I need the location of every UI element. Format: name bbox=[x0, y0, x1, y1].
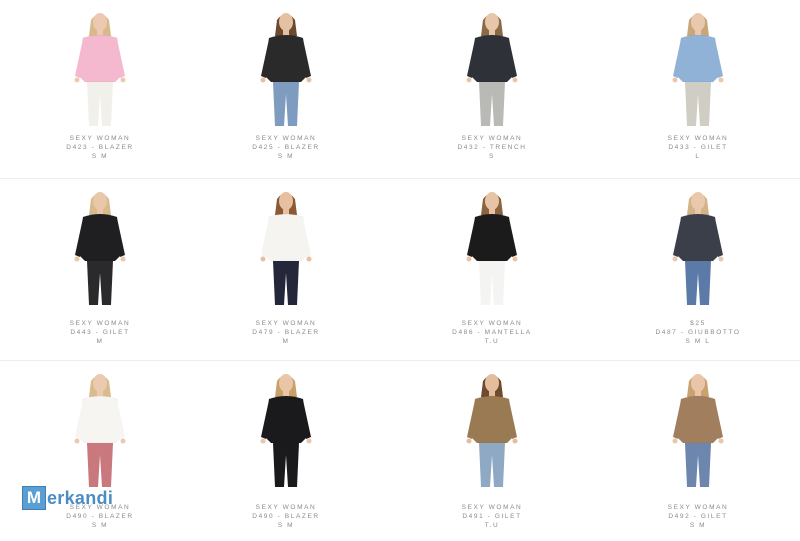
product-brand: SEXY WOMAN bbox=[255, 135, 317, 142]
product-brand: SEXY WOMAN bbox=[461, 504, 523, 511]
product-card[interactable]: SEXY WOMAN D492 - GILET S M bbox=[598, 361, 798, 541]
product-brand: SEXY WOMAN bbox=[667, 135, 729, 142]
product-brand: SEXY WOMAN bbox=[255, 504, 317, 511]
product-sizes: M bbox=[282, 338, 290, 345]
product-code: D425 - BLAZER bbox=[252, 144, 320, 151]
product-code: D490 - BLAZER bbox=[252, 513, 320, 520]
product-row: SEXY WOMAN D490 - BLAZER S M SEXY WOMAN D49… bbox=[0, 360, 800, 541]
product-meta: SEXY WOMAN D490 - BLAZER S M bbox=[186, 503, 386, 530]
product-brand: $25 bbox=[690, 320, 706, 327]
product-row: SEXY WOMAN D423 - BLAZER S M SEXY WOMAN D42… bbox=[0, 0, 800, 180]
product-row: SEXY WOMAN D443 - GILET M SEXY WOMAN D479 -… bbox=[0, 178, 800, 359]
product-sizes: T.U bbox=[484, 338, 500, 345]
product-grid: SEXY WOMAN D423 - BLAZER S M SEXY WOMAN D42… bbox=[0, 0, 800, 535]
product-card[interactable]: SEXY WOMAN D479 - BLAZER M bbox=[186, 179, 386, 359]
product-card[interactable]: SEXY WOMAN D491 - GILET T.U bbox=[392, 361, 592, 541]
product-sizes: T.U bbox=[484, 522, 500, 529]
product-card[interactable]: SEXY WOMAN D443 - GILET M bbox=[0, 179, 200, 359]
product-sizes: S bbox=[489, 153, 495, 160]
product-code: D491 - GILET bbox=[462, 513, 522, 520]
logo-text: erkandi bbox=[47, 487, 114, 508]
product-card[interactable]: SEXY WOMAN D425 - BLAZER S M bbox=[186, 0, 386, 180]
product-card[interactable]: SEXY WOMAN D490 - BLAZER S M bbox=[0, 361, 200, 541]
product-code: D486 - MANTELLA bbox=[452, 329, 532, 336]
product-sizes: S M bbox=[91, 153, 109, 160]
product-brand: SEXY WOMAN bbox=[461, 320, 523, 327]
product-meta: SEXY WOMAN D443 - GILET M bbox=[0, 319, 200, 346]
product-card[interactable]: SEXY WOMAN D423 - BLAZER S M bbox=[0, 0, 200, 180]
product-photo[interactable] bbox=[55, 6, 145, 128]
product-card[interactable]: SEXY WOMAN D490 - BLAZER S M bbox=[186, 361, 386, 541]
product-code: D490 - BLAZER bbox=[66, 513, 134, 520]
product-sizes: S M bbox=[277, 153, 295, 160]
product-photo[interactable] bbox=[55, 185, 145, 307]
product-code: D423 - BLAZER bbox=[66, 144, 134, 151]
logo-initial: M bbox=[22, 486, 46, 510]
product-code: D443 - GILET bbox=[70, 329, 130, 336]
product-card[interactable]: SEXY WOMAN D486 - MANTELLA T.U bbox=[392, 179, 592, 359]
product-card[interactable]: SEXY WOMAN D432 - TRENCH S bbox=[392, 0, 592, 180]
product-code: D487 - GIUBBOTTO bbox=[655, 329, 741, 336]
product-photo[interactable] bbox=[241, 367, 331, 489]
product-photo[interactable] bbox=[447, 6, 537, 128]
product-brand: SEXY WOMAN bbox=[667, 504, 729, 511]
product-code: D433 - GILET bbox=[668, 144, 728, 151]
product-card[interactable]: $25 D487 - GIUBBOTTO S M L bbox=[598, 179, 798, 359]
product-photo[interactable] bbox=[241, 185, 331, 307]
product-brand: SEXY WOMAN bbox=[69, 135, 131, 142]
product-meta: SEXY WOMAN D491 - GILET T.U bbox=[392, 503, 592, 530]
product-photo[interactable] bbox=[447, 367, 537, 489]
product-meta: SEXY WOMAN D492 - GILET S M bbox=[598, 503, 798, 530]
product-meta: SEXY WOMAN D479 - BLAZER M bbox=[186, 319, 386, 346]
product-sizes: S M L bbox=[685, 338, 711, 345]
product-meta: $25 D487 - GIUBBOTTO S M L bbox=[598, 319, 798, 346]
product-brand: SEXY WOMAN bbox=[255, 320, 317, 327]
product-meta: SEXY WOMAN D486 - MANTELLA T.U bbox=[392, 319, 592, 346]
product-photo[interactable] bbox=[447, 185, 537, 307]
merkandi-watermark-logo: M erkandi bbox=[22, 486, 113, 510]
product-meta: SEXY WOMAN D433 - GILET L bbox=[598, 134, 798, 161]
product-photo[interactable] bbox=[241, 6, 331, 128]
product-sizes: S M bbox=[277, 522, 295, 529]
product-code: D479 - BLAZER bbox=[252, 329, 320, 336]
product-meta: SEXY WOMAN D425 - BLAZER S M bbox=[186, 134, 386, 161]
product-photo[interactable] bbox=[653, 6, 743, 128]
product-brand: SEXY WOMAN bbox=[69, 320, 131, 327]
product-photo[interactable] bbox=[653, 185, 743, 307]
product-photo[interactable] bbox=[55, 367, 145, 489]
product-sizes: S M bbox=[689, 522, 707, 529]
product-sizes: S M bbox=[91, 522, 109, 529]
product-sizes: M bbox=[96, 338, 104, 345]
product-sizes: L bbox=[695, 153, 701, 160]
product-code: D432 - TRENCH bbox=[457, 144, 527, 151]
product-code: D492 - GILET bbox=[668, 513, 728, 520]
product-brand: SEXY WOMAN bbox=[461, 135, 523, 142]
product-meta: SEXY WOMAN D423 - BLAZER S M bbox=[0, 134, 200, 161]
product-meta: SEXY WOMAN D432 - TRENCH S bbox=[392, 134, 592, 161]
product-photo[interactable] bbox=[653, 367, 743, 489]
product-card[interactable]: SEXY WOMAN D433 - GILET L bbox=[598, 0, 798, 180]
